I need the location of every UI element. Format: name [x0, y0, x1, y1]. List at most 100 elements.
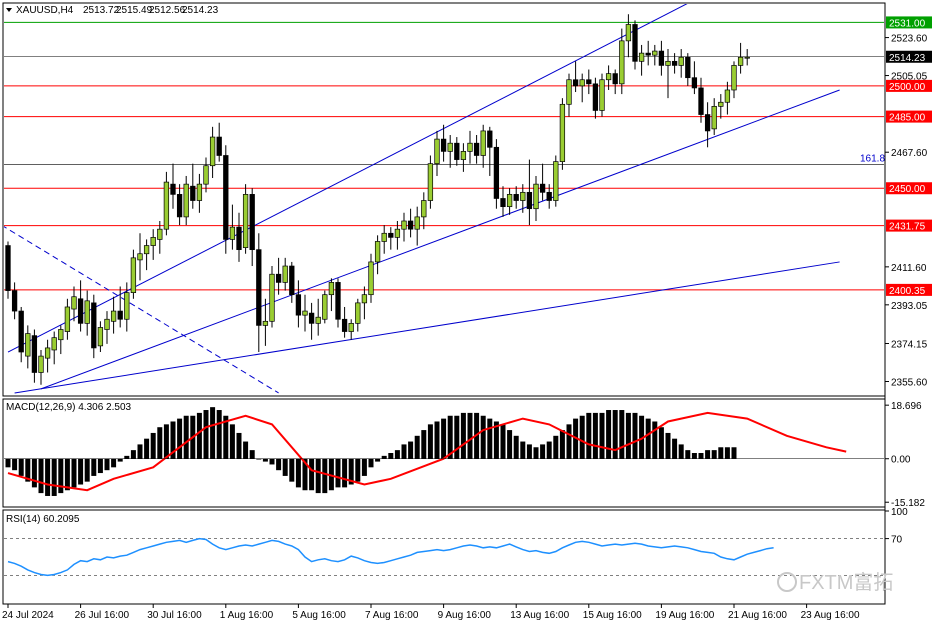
candle [223, 145, 229, 254]
price-tick-label: 2393.05 [891, 301, 928, 312]
candle [322, 290, 328, 324]
candle [58, 325, 64, 355]
macd-bar [335, 458, 341, 488]
candle-body [341, 318, 348, 332]
macd-bar [500, 424, 506, 459]
candle-body [744, 56, 750, 59]
candle-body [658, 50, 665, 66]
macd-bar [243, 441, 249, 459]
price-chart[interactable]: 161.8 2523.602505.052467.602411.602393.0… [0, 0, 936, 624]
candle-body [289, 265, 295, 296]
level-tag-text: 2531.00 [889, 18, 926, 29]
candle-body [619, 40, 625, 85]
candle [704, 102, 711, 148]
candle [539, 163, 546, 201]
candle [150, 229, 156, 260]
candle-body [275, 273, 282, 283]
time-tick-label: 23 Aug 16:00 [801, 610, 860, 621]
candle-body [487, 130, 493, 148]
candle [421, 192, 427, 230]
candle-body [645, 52, 651, 56]
candle [275, 257, 282, 295]
macd-bar [45, 458, 51, 496]
candle [11, 282, 18, 320]
candle [44, 339, 51, 373]
candle [724, 81, 731, 115]
candle-body [282, 265, 288, 283]
candle [572, 61, 579, 93]
price-tick-label: 2374.15 [891, 340, 928, 351]
candle-body [473, 142, 480, 156]
macd-bar [97, 458, 103, 474]
candle [64, 298, 71, 340]
candle-body [652, 50, 658, 56]
macd-bar [78, 458, 84, 485]
macd-label: MACD(12,26,9) 4.306 2.503 [6, 402, 132, 413]
candle-body [84, 300, 90, 324]
macd-indicator: 18.6960.00-15.182 [4, 401, 925, 509]
candle [110, 296, 117, 334]
macd-bar [51, 458, 57, 496]
macd-bar [18, 458, 24, 476]
time-tick-label: 9 Aug 16:00 [438, 610, 492, 621]
candle [374, 235, 381, 275]
macd-bar [632, 412, 638, 459]
candle [38, 349, 44, 385]
candle [170, 163, 176, 209]
candle-body [150, 237, 156, 246]
candle [744, 49, 750, 66]
macd-bar [157, 427, 163, 459]
candle [328, 278, 335, 312]
macd-bar [401, 444, 407, 459]
macd-bar [698, 453, 704, 459]
candle-body [493, 146, 500, 199]
macd-bar [295, 458, 301, 488]
candle [196, 173, 203, 213]
macd-bar [177, 418, 183, 459]
macd-bar [144, 438, 150, 459]
candle-body [467, 142, 473, 152]
macd-bar [414, 435, 420, 459]
candle-body [553, 161, 559, 201]
candle-body [348, 323, 354, 332]
candle [401, 212, 407, 242]
candle [130, 249, 137, 299]
candle-body [731, 65, 737, 91]
candle [652, 44, 658, 66]
macd-bar [619, 410, 625, 459]
candle [183, 175, 189, 226]
candle [612, 69, 618, 95]
candle [513, 186, 519, 209]
macd-bar [592, 412, 598, 459]
candle [203, 157, 209, 193]
candle-body [401, 220, 407, 230]
candle [447, 135, 453, 168]
candle [5, 241, 11, 299]
candle [84, 290, 90, 336]
candle [302, 294, 308, 332]
macd-bar [718, 447, 724, 459]
macd-bar [540, 444, 546, 459]
candle [348, 319, 354, 340]
candle [599, 73, 605, 117]
macd-tick-label: 18.696 [891, 401, 922, 412]
candle [718, 94, 724, 119]
candle [361, 286, 368, 320]
candle-body [269, 273, 275, 322]
rsi-tick-label: 100 [891, 507, 908, 518]
macd-bar [117, 458, 123, 462]
macd-bar [249, 450, 255, 459]
main-panel-border [2, 2, 886, 397]
rsi-tick-label: 70 [891, 535, 903, 546]
candle [51, 331, 57, 365]
candle [163, 171, 170, 236]
macd-bar [342, 458, 348, 488]
candle-body [229, 226, 236, 240]
candle [335, 278, 341, 328]
symbol-dropdown-icon[interactable] [6, 8, 12, 12]
price-tick-label: 2411.60 [891, 263, 927, 274]
candle [209, 126, 216, 179]
candle [506, 188, 513, 215]
candle [586, 69, 592, 95]
candle-body [242, 194, 249, 248]
